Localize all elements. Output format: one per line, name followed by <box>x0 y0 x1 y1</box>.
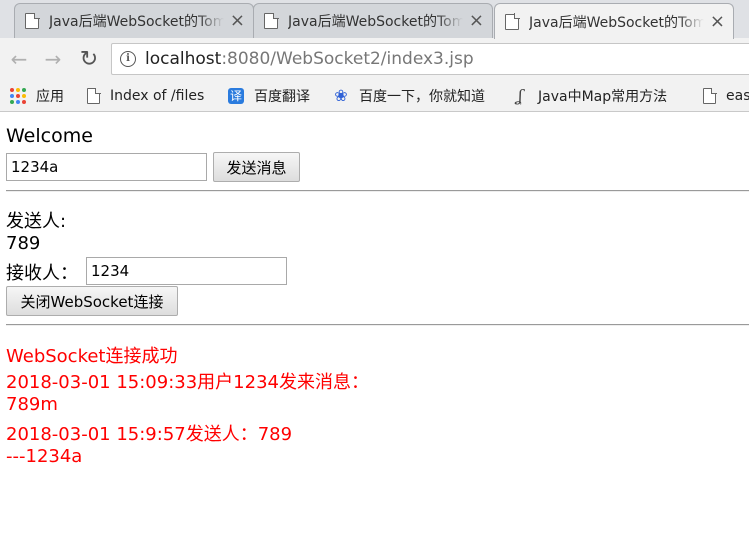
bookmark-java-map[interactable]: ʆ Java中Map常用方法 <box>512 85 667 107</box>
receiver-label: 接收人： <box>6 263 78 284</box>
bookmarks-bar: 应用 Index of /files 译 百度翻译 ❀ 百度一下，你就知道 ʆ … <box>0 81 749 112</box>
welcome-heading: Welcome <box>6 125 93 147</box>
baidu-paw-icon: ❀ <box>334 86 348 105</box>
divider <box>6 324 749 326</box>
document-icon <box>25 12 40 29</box>
browser-toolbar: ← → ↻ i localhost:8080/WebSocket2/index3… <box>0 38 749 81</box>
reload-icon[interactable]: ↻ <box>76 46 102 72</box>
divider <box>6 190 749 192</box>
apps-dot <box>16 100 20 104</box>
apps-dot <box>10 88 14 92</box>
back-arrow-icon[interactable]: ← <box>6 46 32 72</box>
close-icon[interactable]: × <box>710 12 725 31</box>
apps-dot <box>16 88 20 92</box>
message-line: ---1234a <box>6 446 83 467</box>
url-text[interactable]: localhost:8080/WebSocket2/index3.jsp <box>145 49 474 69</box>
apps-dot <box>10 94 14 98</box>
java-icon: ʆ <box>517 86 523 105</box>
close-websocket-button[interactable]: 关闭WebSocket连接 <box>6 286 178 316</box>
send-message-button[interactable]: 发送消息 <box>213 152 300 182</box>
bookmark-label: Java中Map常用方法 <box>538 89 668 105</box>
bookmark-label: 百度一下，你就知道 <box>359 89 485 105</box>
url-host: localhost <box>145 49 222 69</box>
message-line: 789m <box>6 394 58 415</box>
sender-label: 发送人: <box>6 211 67 232</box>
apps-dot <box>22 88 26 92</box>
bookmark-label: 百度翻译 <box>254 89 310 105</box>
bookmark-label: 应用 <box>36 89 64 105</box>
info-icon[interactable]: i <box>120 51 136 67</box>
forward-arrow-icon[interactable]: → <box>40 46 66 72</box>
apps-icon <box>10 88 26 104</box>
bookmark-baidu[interactable]: ❀ 百度一下，你就知道 <box>333 85 485 107</box>
apps-dot <box>16 94 20 98</box>
message-line: WebSocket连接成功 <box>6 346 178 367</box>
bookmark-eas[interactable]: eas <box>703 85 749 107</box>
document-icon <box>87 87 101 104</box>
tab-title: Java后端WebSocket的Tomcat实现 <box>529 14 704 31</box>
document-icon <box>264 12 279 29</box>
tab-title: Java后端WebSocket的Tomcat实现 <box>49 14 224 30</box>
message-line: 2018-03-01 15:09:33用户1234发来消息： <box>6 372 369 393</box>
browser-tab-2[interactable]: Java后端WebSocket的Tomcat实现 × <box>253 3 493 38</box>
bookmark-apps[interactable]: 应用 <box>10 85 64 107</box>
message-line: 2018-03-01 15:9:57发送人：789 <box>6 424 293 445</box>
tab-strip: Java后端WebSocket的Tomcat实现 × Java后端WebSock… <box>0 0 749 39</box>
bookmark-baidu-translate[interactable]: 译 百度翻译 <box>228 85 310 107</box>
bookmark-label: Index of /files <box>110 88 205 104</box>
tab-title: Java后端WebSocket的Tomcat实现 <box>288 14 463 30</box>
close-icon[interactable]: × <box>230 12 245 30</box>
receiver-input[interactable] <box>86 257 287 285</box>
apps-dot <box>10 100 14 104</box>
document-icon <box>505 13 520 30</box>
apps-dot <box>22 94 26 98</box>
address-bar[interactable]: i localhost:8080/WebSocket2/index3.jsp <box>111 43 749 75</box>
browser-tab-1[interactable]: Java后端WebSocket的Tomcat实现 × <box>14 3 254 38</box>
message-input[interactable] <box>6 153 207 181</box>
document-icon <box>703 87 717 104</box>
url-path: :8080/WebSocket2/index3.jsp <box>221 49 474 69</box>
close-icon[interactable]: × <box>469 12 484 30</box>
translate-icon: 译 <box>228 88 244 104</box>
bookmark-label: eas <box>726 88 749 104</box>
sender-value: 789 <box>6 233 41 254</box>
apps-dot <box>22 100 26 104</box>
browser-tab-3[interactable]: Java后端WebSocket的Tomcat实现 × <box>494 3 734 39</box>
page-content: Welcome 发送消息 发送人: 789 接收人： 关闭WebSocket连接… <box>0 113 749 537</box>
bookmark-index-of-files[interactable]: Index of /files <box>87 85 204 107</box>
